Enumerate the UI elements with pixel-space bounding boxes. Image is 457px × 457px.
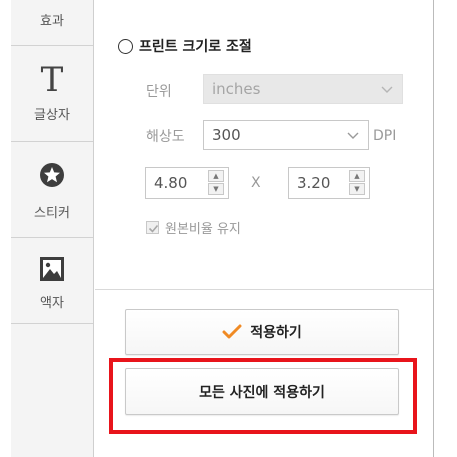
sidebar-divider <box>11 237 93 238</box>
print-size-radio[interactable] <box>118 38 133 54</box>
star-badge-icon <box>11 160 93 190</box>
print-size-radio-label: 프린트 크기로 조절 <box>139 39 252 55</box>
unit-select[interactable]: inches <box>203 74 403 104</box>
chevron-down-icon <box>347 132 359 139</box>
height-stepper[interactable]: 3.20 ▲ ▼ <box>288 167 370 199</box>
width-increment-button[interactable]: ▲ <box>208 170 224 182</box>
sidebar-item-label: 액자 <box>40 296 64 311</box>
text-icon: T <box>40 60 64 100</box>
width-stepper[interactable]: 4.80 ▲ ▼ <box>145 167 229 199</box>
height-decrement-button[interactable]: ▼ <box>349 183 365 195</box>
sidebar-divider <box>11 323 93 324</box>
sidebar-item-label: 스티커 <box>34 206 70 221</box>
resolution-select-value: 300 <box>212 126 241 144</box>
unit-select-value: inches <box>212 80 261 98</box>
resolution-unit-label: DPI <box>373 128 397 144</box>
sidebar-item-sticker[interactable]: 스티커 <box>11 160 93 221</box>
height-value: 3.20 <box>297 174 331 192</box>
checkmark-icon <box>148 224 159 233</box>
keep-ratio-checkbox[interactable] <box>146 221 159 234</box>
apply-button-label: 적용하기 <box>250 325 302 341</box>
section-divider <box>95 289 433 290</box>
width-value: 4.80 <box>154 174 188 192</box>
highlight-box <box>109 358 417 434</box>
sidebar-item-effects[interactable]: 효과 <box>11 10 93 29</box>
sidebar-item-label: 효과 <box>40 14 64 29</box>
height-increment-button[interactable]: ▲ <box>349 170 365 182</box>
sidebar: 효과 T 글상자 스티커 액자 <box>11 0 94 457</box>
panel-border <box>433 0 434 457</box>
sidebar-item-textbox[interactable]: T 글상자 <box>11 62 93 123</box>
resolution-label: 해상도 <box>146 129 185 145</box>
resolution-select[interactable]: 300 <box>203 120 369 150</box>
print-size-option[interactable]: 프린트 크기로 조절 <box>118 36 252 56</box>
apply-button[interactable]: 적용하기 <box>125 309 399 355</box>
dimension-separator: X <box>251 175 261 191</box>
keep-ratio-option[interactable]: 원본비율 유지 <box>146 218 241 237</box>
chevron-down-icon <box>381 86 393 93</box>
sidebar-divider <box>11 45 93 46</box>
sidebar-item-frame[interactable]: 액자 <box>11 254 93 311</box>
keep-ratio-label: 원본비율 유지 <box>165 222 241 237</box>
unit-label: 단위 <box>146 84 172 100</box>
sidebar-item-label: 글상자 <box>34 108 70 123</box>
checkmark-icon <box>222 324 242 339</box>
width-decrement-button[interactable]: ▼ <box>208 183 224 195</box>
picture-frame-icon <box>11 254 93 284</box>
sidebar-divider <box>11 141 93 142</box>
